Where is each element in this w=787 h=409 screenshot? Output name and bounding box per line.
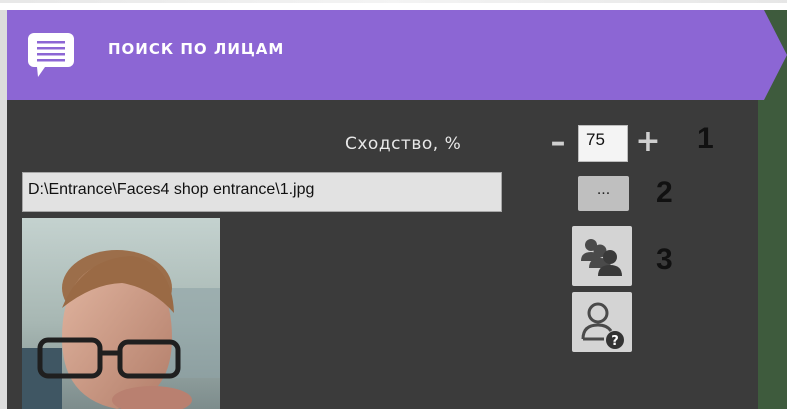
browse-button[interactable]: ... (578, 176, 629, 211)
similarity-decrease-button[interactable]: – (545, 128, 571, 158)
similarity-label: Сходство, % (345, 134, 462, 154)
people-search-icon (581, 239, 622, 276)
callout-1: 1 (697, 122, 714, 155)
callout-3: 3 (656, 243, 673, 276)
similarity-value-input[interactable]: 75 (578, 125, 628, 162)
find-similar-faces-button[interactable] (572, 226, 632, 286)
similarity-increase-button[interactable]: + (635, 127, 661, 157)
svg-text:?: ? (611, 334, 619, 349)
callout-2: 2 (656, 176, 673, 209)
panel-list-icon (27, 32, 75, 78)
left-edge (0, 10, 7, 409)
top-strip (0, 0, 787, 10)
unknown-face-button[interactable]: ? (572, 292, 632, 352)
person-question-icon: ? (581, 302, 624, 349)
image-path-field[interactable]: D:\Entrance\Faces4 shop entrance\1.jpg (22, 172, 502, 212)
face-photo (22, 218, 220, 409)
panel-title: ПОИСК ПО ЛИЦАМ (108, 40, 285, 58)
